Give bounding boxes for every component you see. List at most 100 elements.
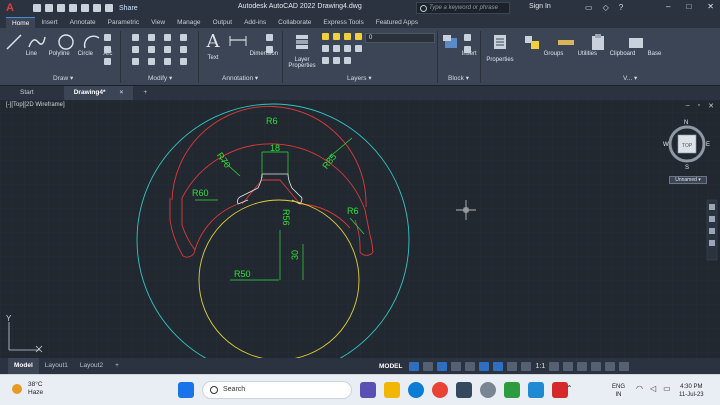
dim-r6-top[interactable]: R6	[266, 116, 278, 126]
tab-output[interactable]: Output	[207, 17, 239, 28]
file-explorer-icon[interactable]	[384, 382, 400, 398]
move-icon[interactable]	[132, 34, 139, 41]
layer-tool-icon[interactable]	[344, 45, 351, 52]
tab-collaborate[interactable]: Collaborate	[272, 17, 317, 28]
insert-button[interactable]: Insert	[440, 32, 477, 57]
tab-add-ins[interactable]: Add-ins	[238, 17, 272, 28]
draw-more-icon[interactable]	[104, 58, 111, 65]
panel-block[interactable]: Block ▾	[448, 74, 469, 82]
tab-parametric[interactable]: Parametric	[102, 17, 145, 28]
layer-tool-icon[interactable]	[322, 45, 329, 52]
full-navigation-wheel-icon[interactable]	[709, 204, 715, 210]
isolate-objects-icon[interactable]	[591, 362, 602, 371]
drawing-canvas[interactable]: Y R6 R70 18 R85 R60 R56 R6 30 R50 TOP N …	[0, 100, 720, 358]
properties-button[interactable]: Properties	[484, 32, 516, 63]
save-as-icon[interactable]	[69, 4, 77, 12]
copy-icon[interactable]	[132, 46, 139, 53]
layer-tool-icon[interactable]	[333, 57, 340, 64]
viewport-controls[interactable]: [-][Top][2D Wireframe]	[6, 102, 65, 108]
save-icon[interactable]	[57, 4, 65, 12]
volume-icon[interactable]: ◁	[650, 384, 656, 393]
tab-view[interactable]: View	[145, 17, 171, 28]
minimize-viewport-icon[interactable]: –	[686, 102, 690, 110]
tab-featured-apps[interactable]: Featured Apps	[370, 17, 424, 28]
drawing-area[interactable]: Y R6 R70 18 R85 R60 R56 R6 30 R50 TOP N …	[0, 100, 720, 358]
object-snap-tracking-icon[interactable]	[479, 362, 490, 371]
annotation-scale-icon[interactable]	[521, 362, 532, 371]
ortho-icon[interactable]	[437, 362, 448, 371]
tab-layout1[interactable]: Layout1	[39, 358, 74, 374]
edge-icon[interactable]	[408, 382, 424, 398]
maximize-icon[interactable]: □	[686, 2, 691, 11]
customization-menu-icon[interactable]	[619, 362, 630, 371]
tab-annotate[interactable]: Annotate	[64, 17, 102, 28]
offset-icon[interactable]	[180, 58, 187, 65]
explode-icon[interactable]	[180, 46, 187, 53]
windows-start-icon[interactable]	[178, 382, 194, 398]
print-icon[interactable]	[81, 4, 89, 12]
table-icon[interactable]	[266, 46, 273, 53]
taskbar-search[interactable]: Search	[202, 381, 352, 399]
panel-modify[interactable]: Modify ▾	[148, 74, 172, 82]
snap-icon[interactable]	[423, 362, 434, 371]
tab-model[interactable]: Model	[8, 358, 39, 374]
block-tool-icon[interactable]	[464, 46, 471, 53]
tab-home[interactable]: Home	[6, 17, 36, 28]
rotate-icon[interactable]	[148, 34, 155, 41]
block-tool-icon[interactable]	[464, 34, 471, 41]
help-icon[interactable]: ?	[619, 3, 623, 12]
workspace-gear-icon[interactable]	[549, 362, 560, 371]
sign-in-button[interactable]: Sign In	[529, 3, 551, 10]
rectangle-icon[interactable]	[104, 34, 111, 41]
terminal-icon[interactable]	[456, 382, 472, 398]
excel-icon[interactable]	[504, 382, 520, 398]
pan-icon[interactable]	[709, 216, 715, 222]
model-space-button[interactable]: MODEL	[376, 363, 405, 370]
dim-30[interactable]: 30	[290, 250, 300, 260]
network-icon[interactable]: ◇	[603, 3, 609, 12]
search-input[interactable]: Type a keyword or phrase	[416, 2, 510, 14]
language-indicator[interactable]: ENG IN	[612, 383, 625, 399]
zoom-icon[interactable]	[709, 228, 715, 234]
dim-r50[interactable]: R50	[234, 269, 251, 279]
cart-icon[interactable]: ▭	[585, 3, 593, 12]
new-icon[interactable]	[33, 4, 41, 12]
vscode-icon[interactable]	[528, 382, 544, 398]
open-icon[interactable]	[45, 4, 53, 12]
wifi-icon[interactable]: ◠	[636, 384, 643, 393]
modify-more-icon[interactable]	[180, 34, 187, 41]
layer-tool-icon[interactable]	[355, 45, 362, 52]
tab-layout2[interactable]: Layout2	[74, 358, 109, 374]
dim-r6-right[interactable]: R6	[347, 206, 359, 216]
close-tab-icon[interactable]: ×	[120, 89, 124, 96]
clock[interactable]: 4:30 PM 11-Jul-23	[679, 383, 704, 399]
orbit-icon[interactable]	[709, 240, 715, 246]
array-icon[interactable]	[164, 58, 171, 65]
annotation-monitor-icon[interactable]	[563, 362, 574, 371]
polar-icon[interactable]	[451, 362, 462, 371]
autocad-logo[interactable]: A	[3, 1, 17, 15]
layer-state-icon[interactable]	[322, 33, 329, 40]
grid-icon[interactable]	[409, 362, 420, 371]
layer-state-icon[interactable]	[355, 33, 362, 40]
layer-dropdown[interactable]: 0	[365, 33, 435, 43]
leader-icon[interactable]	[266, 34, 273, 41]
object-snap-icon[interactable]	[493, 362, 504, 371]
battery-icon[interactable]: ▭	[663, 384, 671, 393]
weather-widget[interactable]: 38°C Haze	[12, 381, 43, 397]
add-layout-button[interactable]: +	[109, 358, 125, 374]
dim-r56[interactable]: R56	[281, 209, 291, 226]
undo-icon[interactable]	[93, 4, 101, 12]
share-button[interactable]: Share	[119, 5, 138, 12]
ucs-dropdown[interactable]: Unnamed ▾	[669, 176, 707, 184]
annotation-visibility-icon[interactable]	[507, 362, 518, 371]
trim-icon[interactable]	[164, 34, 171, 41]
tab-manage[interactable]: Manage	[171, 17, 207, 28]
isodraft-icon[interactable]	[465, 362, 476, 371]
scale-icon[interactable]	[148, 58, 155, 65]
stretch-icon[interactable]	[132, 58, 139, 65]
layer-tool-icon[interactable]	[333, 45, 340, 52]
text-button[interactable]: A Text	[203, 32, 223, 62]
panel-draw[interactable]: Draw ▾	[53, 74, 73, 82]
dim-r60[interactable]: R60	[192, 188, 209, 198]
